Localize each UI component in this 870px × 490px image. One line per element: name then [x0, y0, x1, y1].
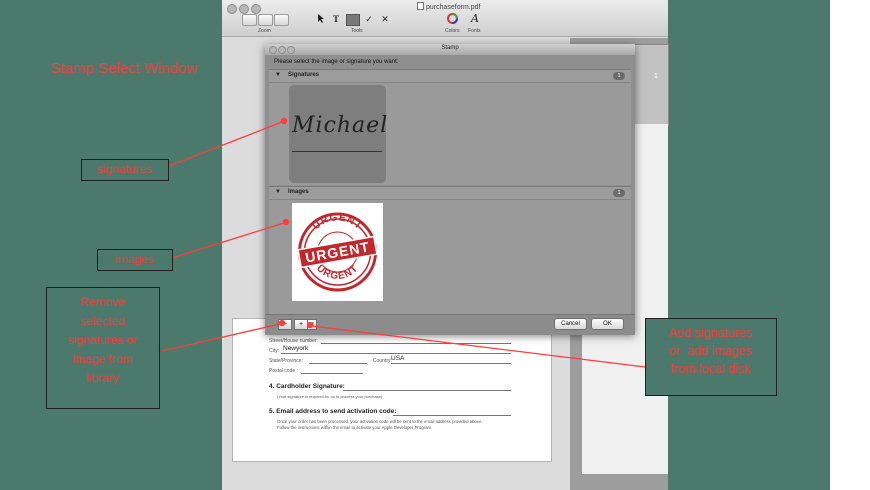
annotation-title: Stamp Select Window: [51, 60, 198, 77]
annotation-remove-line: image from: [72, 352, 134, 366]
annotation-remove-line: selected: [80, 314, 126, 328]
annotation-add-line: or add images: [669, 344, 753, 358]
screenshot-stage: purchaseform.pdf Zoom T ✓ ✕ Tools A Colo…: [0, 0, 870, 490]
annotation-remove-line: signatures or: [68, 333, 138, 347]
annotation-add-line: Add signatures: [669, 326, 753, 340]
signatures-arrow-head: [280, 117, 288, 125]
annotation-remove: Remove selected signatures or image from…: [46, 287, 160, 409]
annotation-add: Add signatures or add images from local …: [645, 318, 777, 396]
annotation-signatures: signatures: [81, 159, 169, 181]
annotation-remove-line: Remove: [80, 295, 126, 309]
annotation-signatures-text: signatures: [97, 162, 153, 176]
remove-arrow-line: [161, 323, 281, 352]
add-arrow-line: [311, 325, 646, 368]
annotation-images-text: images: [115, 252, 155, 266]
annotation-images: images: [97, 249, 173, 271]
annotation-add-line: from local disk: [671, 362, 751, 376]
images-arrow-line: [171, 222, 285, 259]
images-arrow-head: [282, 218, 290, 226]
remove-arrow-head: [278, 319, 286, 327]
add-arrow-head: [306, 321, 314, 329]
signatures-arrow-line: [168, 121, 283, 167]
annotation-remove-line: library: [86, 371, 120, 385]
